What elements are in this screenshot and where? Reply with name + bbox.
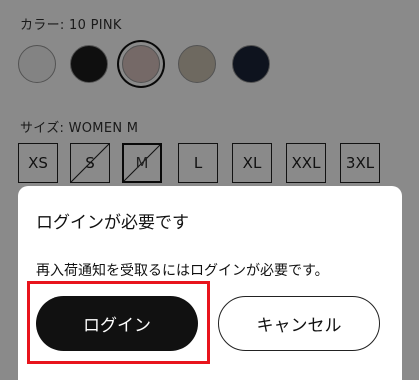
dialog-title: ログインが必要です — [36, 213, 189, 233]
login-button-label: ログイン — [83, 316, 151, 336]
cancel-button[interactable]: キャンセル — [218, 296, 380, 351]
dialog-message: 再入荷通知を受取るにはログインが必要です。 — [36, 263, 329, 279]
login-button[interactable]: ログイン — [36, 296, 198, 351]
cancel-button-label: キャンセル — [256, 316, 342, 336]
login-required-dialog: ログインが必要です 再入荷通知を受取るにはログインが必要です。 ログイン キャン… — [18, 186, 402, 380]
